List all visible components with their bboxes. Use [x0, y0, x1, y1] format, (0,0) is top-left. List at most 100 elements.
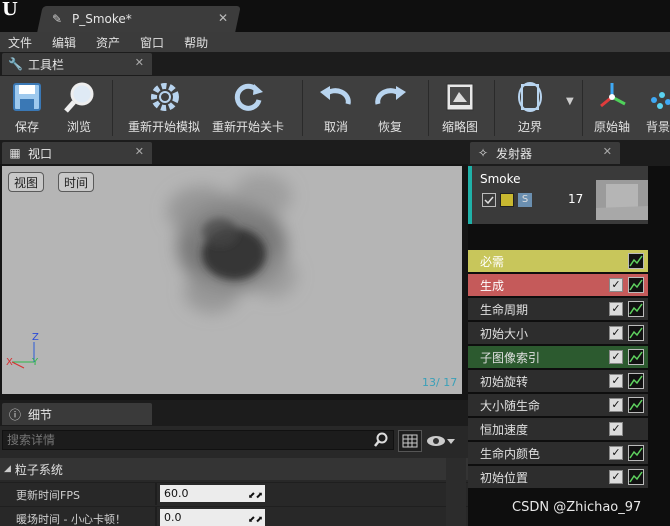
smoke-particle-preview — [167, 174, 297, 313]
bounds-button[interactable]: 边界 — [508, 76, 552, 140]
close-icon[interactable]: ✕ — [135, 145, 144, 158]
bounds-dropdown-icon[interactable]: ▼ — [566, 96, 574, 107]
module-enable-checkbox[interactable]: ✓ — [609, 422, 623, 436]
module-enable-checkbox[interactable]: ✓ — [609, 374, 623, 388]
background-button[interactable]: 背景 — [644, 76, 670, 140]
column-splitter[interactable] — [155, 507, 157, 526]
spin-drag-icon[interactable]: ⬋⬈ — [248, 488, 263, 505]
curve-editor-icon[interactable] — [628, 325, 644, 341]
spin-drag-icon[interactable]: ⬋⬈ — [248, 512, 263, 526]
menu-help[interactable]: 帮助 — [184, 34, 208, 51]
curve-editor-icon[interactable] — [628, 253, 644, 269]
curve-editor-icon[interactable] — [628, 301, 644, 317]
close-icon[interactable]: ✕ — [135, 56, 144, 69]
tab-toolbar[interactable]: 🔧 工具栏 ✕ — [2, 53, 152, 75]
thumbnail-icon — [446, 83, 474, 111]
origin-axis-icon — [600, 83, 626, 108]
save-label: 保存 — [14, 120, 39, 134]
menu-edit[interactable]: 编辑 — [52, 34, 76, 51]
module-enable-checkbox[interactable]: ✓ — [609, 446, 623, 460]
update-fps-field[interactable]: 60.0 ⬋⬈ — [160, 485, 265, 502]
toolbar-separator — [112, 80, 113, 136]
module-label: 生命内颜色 — [480, 446, 541, 461]
module-enable-checkbox[interactable]: ✓ — [609, 350, 623, 364]
details-scrollbar[interactable] — [446, 458, 466, 526]
curve-editor-icon[interactable] — [628, 469, 644, 485]
search-icon[interactable] — [373, 432, 389, 448]
module-row[interactable]: 子图像索引 ✓ — [468, 346, 648, 368]
module-label: 生命周期 — [480, 302, 529, 317]
module-enable-checkbox[interactable]: ✓ — [609, 302, 623, 316]
module-row[interactable]: 生命周期 ✓ — [468, 298, 648, 320]
time-button[interactable]: 时间 — [58, 172, 94, 192]
emitters-tab-row: ✧ 发射器 ✕ — [468, 140, 670, 166]
particle-system-icon: ✎ — [52, 12, 63, 26]
column-splitter[interactable] — [155, 483, 157, 505]
save-button[interactable]: 保存 — [4, 76, 50, 140]
menu-asset[interactable]: 资产 — [96, 34, 120, 51]
undo-icon — [320, 86, 351, 105]
module-enable-checkbox[interactable]: ✓ — [609, 278, 623, 292]
solo-icon[interactable]: S — [518, 193, 532, 207]
redo-label: 恢复 — [378, 120, 403, 134]
curve-editor-icon[interactable] — [628, 277, 644, 293]
curve-editor-icon[interactable] — [628, 373, 644, 389]
menu-file[interactable]: 文件 — [8, 34, 32, 51]
curve-editor-icon[interactable] — [628, 445, 644, 461]
tab-viewport-label: 视口 — [28, 146, 53, 161]
emitter-enable-checkbox[interactable] — [482, 193, 496, 207]
warmup-time-field[interactable]: 0.0 ⬋⬈ — [160, 509, 265, 526]
restart-simulation-label: 重新开始模拟 — [128, 120, 201, 134]
module-row[interactable]: 初始大小 ✓ — [468, 322, 648, 344]
browse-button[interactable]: 浏览 — [58, 76, 100, 140]
origin-axis-button[interactable]: 原始轴 — [590, 76, 634, 140]
grid-icon — [402, 434, 418, 448]
search-input[interactable] — [3, 431, 373, 449]
details-tab-row: ⓘ 细节 — [0, 400, 468, 426]
view-options-button[interactable] — [426, 432, 456, 450]
toolbar: 保存 浏览 重新开始模拟 重新开始关卡 取消 恢复 缩略图 边界 ▼ 原始轴 背… — [0, 76, 670, 140]
property-matrix-button[interactable] — [398, 430, 422, 452]
module-enable-checkbox[interactable]: ✓ — [609, 470, 623, 484]
document-tab[interactable]: ✎ P_Smoke* ✕ — [52, 6, 232, 32]
menu-window[interactable]: 窗口 — [140, 34, 164, 51]
restart-level-label: 重新开始关卡 — [212, 120, 285, 134]
emitter-header[interactable]: Smoke S 17 — [468, 166, 648, 224]
module-enable-checkbox[interactable]: ✓ — [609, 326, 623, 340]
emitter-icon: ✧ — [477, 146, 489, 160]
emitter-render-mode-icon[interactable] — [500, 193, 514, 207]
module-label: 初始位置 — [480, 470, 529, 485]
tab-toolbar-label: 工具栏 — [28, 57, 65, 72]
module-row[interactable]: 必需 — [468, 250, 648, 272]
toolbar-separator — [582, 80, 583, 136]
tab-viewport[interactable]: ▦ 视口 ✕ — [2, 142, 152, 164]
category-particle-system[interactable]: ◢ 粒子系统 — [0, 458, 468, 480]
module-row[interactable]: 大小随生命 ✓ — [468, 394, 648, 416]
expand-arrow-icon[interactable]: ◢ — [4, 464, 11, 474]
restart-simulation-button[interactable]: 重新开始模拟 — [128, 76, 202, 140]
toolbar-tab-row: 🔧 工具栏 ✕ — [0, 52, 670, 76]
module-row[interactable]: 恒加速度 ✓ — [468, 418, 648, 440]
category-label: 粒子系统 — [14, 462, 63, 477]
restart-level-button[interactable]: 重新开始关卡 — [212, 76, 286, 140]
view-button[interactable]: 视图 — [8, 172, 44, 192]
module-row[interactable]: 初始旋转 ✓ — [468, 370, 648, 392]
viewport[interactable]: 视图 时间 Z Y X 13/ 17 — [2, 166, 462, 394]
module-row[interactable]: 生命内颜色 ✓ — [468, 442, 648, 464]
close-icon[interactable]: ✕ — [218, 11, 228, 25]
redo-button[interactable]: 恢复 — [368, 76, 412, 140]
property-name: 暖场时间 - 小心卡顿！ — [16, 513, 126, 526]
tab-details[interactable]: ⓘ 细节 — [2, 403, 152, 425]
module-enable-checkbox[interactable]: ✓ — [609, 398, 623, 412]
curve-editor-icon[interactable] — [628, 397, 644, 413]
property-name: 更新时间FPS — [16, 489, 80, 502]
close-icon[interactable]: ✕ — [603, 145, 612, 158]
tab-emitters[interactable]: ✧ 发射器 ✕ — [470, 142, 620, 164]
module-row[interactable]: 生成 ✓ — [468, 274, 648, 296]
module-label: 初始旋转 — [480, 374, 529, 389]
thumbnail-button[interactable]: 缩略图 — [438, 76, 482, 140]
curve-editor-icon[interactable] — [628, 349, 644, 365]
undo-button[interactable]: 取消 — [314, 76, 358, 140]
module-row[interactable]: 初始位置 ✓ — [468, 466, 648, 488]
toolbar-separator — [494, 80, 495, 136]
